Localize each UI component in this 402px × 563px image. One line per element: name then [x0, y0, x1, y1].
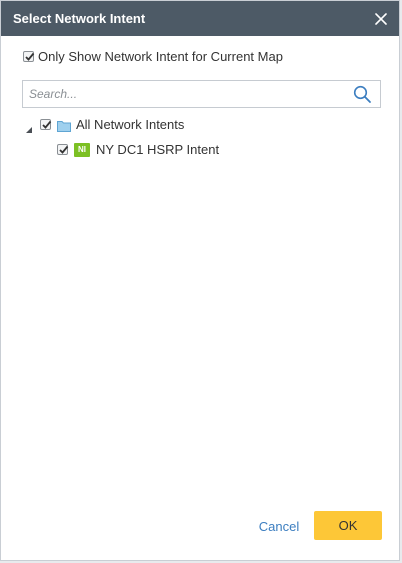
- search-input[interactable]: [23, 81, 349, 107]
- ny-dc1-hsrp-intent-checkbox[interactable]: [57, 144, 69, 155]
- search-icon[interactable]: [353, 85, 372, 104]
- checkmark-icon: [25, 52, 35, 61]
- close-icon[interactable]: [371, 9, 391, 29]
- checkmark-icon: [42, 120, 52, 129]
- ok-button[interactable]: OK: [314, 511, 382, 540]
- tree-collapse-toggle-icon[interactable]: [25, 121, 33, 133]
- current-map-filter-label[interactable]: Only Show Network Intent for Current Map: [38, 49, 283, 65]
- tree-root-label[interactable]: All Network Intents: [76, 117, 184, 133]
- folder-icon: [57, 119, 71, 132]
- all-intents-checkbox[interactable]: [40, 119, 52, 130]
- dialog-titlebar: Select Network Intent: [1, 1, 399, 36]
- dialog-title: Select Network Intent: [13, 11, 146, 26]
- tree-item-label[interactable]: NY DC1 HSRP Intent: [96, 142, 219, 158]
- cancel-button[interactable]: Cancel: [251, 513, 307, 541]
- network-intent-badge-icon: NI: [74, 143, 90, 157]
- current-map-filter-checkbox[interactable]: [23, 51, 35, 62]
- select-network-intent-dialog: Select Network Intent Only Show Network …: [0, 0, 400, 561]
- checkmark-icon: [59, 145, 69, 154]
- search-box: [22, 80, 381, 108]
